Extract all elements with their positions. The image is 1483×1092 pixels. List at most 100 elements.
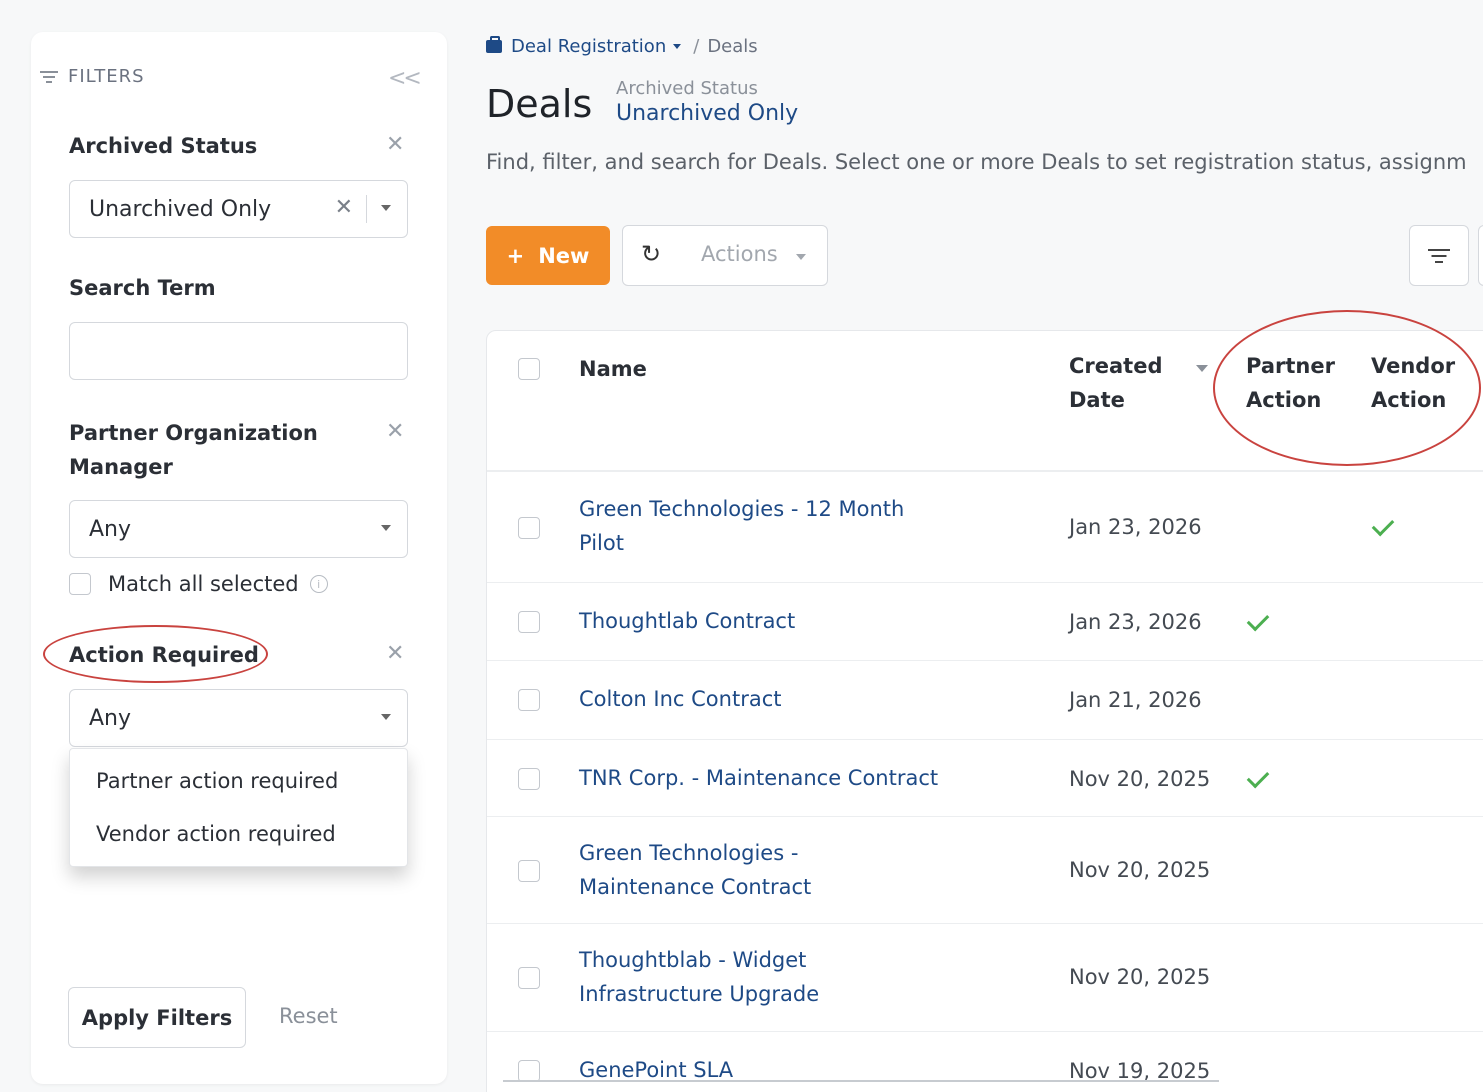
archived-status-clear-icon[interactable]: ✕ [386, 132, 404, 157]
deal-name-line1: Green Technologies - 12 Month [579, 497, 905, 521]
deal-name-link[interactable]: Green Technologies - 12 Month Pilot [579, 492, 904, 560]
created-date: Nov 20, 2025 [1069, 965, 1211, 989]
table-row[interactable]: Green Technologies - Maintenance Contrac… [487, 817, 1483, 924]
partner-manager-label-line2: Manager [69, 455, 173, 479]
column-header-created-date[interactable]: Created Date [1069, 349, 1163, 417]
new-button[interactable]: + New [486, 226, 610, 285]
breadcrumb-separator: / [693, 36, 700, 57]
filters-header: FILTERS [40, 66, 145, 87]
action-required-dropdown: Partner action required Vendor action re… [69, 748, 408, 867]
page-title: Deals [486, 82, 593, 126]
archived-status-label: Archived Status [69, 134, 258, 158]
breadcrumb-current: Deals [707, 36, 758, 57]
plus-icon: + [506, 243, 525, 268]
deal-name-link[interactable]: Thoughtlab Contract [579, 604, 795, 638]
select-divider [366, 195, 367, 223]
search-term-input[interactable] [69, 322, 408, 380]
filter-lines-icon [40, 70, 58, 83]
partner-manager-label-line1: Partner Organization [69, 421, 318, 445]
row-checkbox[interactable] [518, 517, 540, 539]
created-date: Jan 23, 2026 [1069, 610, 1202, 634]
page-description: Find, filter, and search for Deals. Sele… [486, 150, 1467, 174]
row-checkbox[interactable] [518, 768, 540, 790]
view-options-button[interactable] [1478, 225, 1483, 286]
table-row[interactable]: GenePoint SLA Nov 19, 2025 [487, 1032, 1483, 1092]
partner-manager-value: Any [89, 516, 132, 542]
deal-name-line2: Pilot [579, 531, 624, 555]
clear-selection-icon[interactable]: ✕ [335, 195, 353, 220]
chevron-down-icon[interactable] [381, 714, 391, 720]
reset-button[interactable]: Reset [279, 1004, 338, 1028]
column-header-partner-line1: Partner [1246, 354, 1335, 378]
table-row[interactable]: Thoughtblab - Widget Infrastructure Upgr… [487, 924, 1483, 1032]
breadcrumb-deal-registration[interactable]: Deal Registration [511, 36, 666, 57]
row-checkbox[interactable] [518, 967, 540, 989]
archived-status-select[interactable]: Unarchived Only ✕ [69, 180, 408, 238]
briefcase-icon [486, 36, 502, 53]
deal-name-line2: Maintenance Contract [579, 875, 812, 899]
deal-name-line2: Infrastructure Upgrade [579, 982, 820, 1006]
action-required-clear-icon[interactable]: ✕ [386, 641, 404, 666]
actions-dropdown[interactable]: Actions [701, 242, 778, 266]
column-header-created-line1: Created [1069, 354, 1163, 378]
chevron-down-icon[interactable] [381, 525, 391, 531]
option-vendor-action-required[interactable]: Vendor action required [96, 822, 336, 846]
column-header-partner-action[interactable]: Partner Action [1246, 349, 1335, 417]
deal-name-line1: Thoughtblab - Widget [579, 948, 807, 972]
row-checkbox[interactable] [518, 689, 540, 711]
partner-action-check-icon [1246, 765, 1270, 789]
deals-table: Name Created Date Partner Action Vendor … [486, 330, 1483, 1092]
chevron-down-icon[interactable] [381, 205, 391, 211]
actions-toolbar: ↻ Actions [622, 225, 828, 286]
select-all-checkbox[interactable] [518, 358, 540, 380]
match-all-row: Match all selected i [69, 572, 328, 596]
filter-toggle-button[interactable] [1409, 225, 1469, 286]
row-checkbox[interactable] [518, 611, 540, 633]
created-date: Nov 20, 2025 [1069, 858, 1211, 882]
archived-status-value: Unarchived Only [89, 196, 272, 222]
table-row[interactable]: Colton Inc Contract Jan 21, 2026 [487, 661, 1483, 740]
column-header-vendor-action[interactable]: Vendor Action [1371, 349, 1455, 417]
created-date: Nov 20, 2025 [1069, 767, 1211, 791]
table-row[interactable]: Thoughtlab Contract Jan 23, 2026 [487, 583, 1483, 661]
breadcrumb: Deal Registration / Deals [486, 36, 758, 57]
partner-action-check-icon [1246, 608, 1270, 632]
row-checkbox[interactable] [518, 860, 540, 882]
column-header-vendor-line2: Action [1371, 388, 1447, 412]
info-icon[interactable]: i [309, 575, 328, 593]
column-header-vendor-line1: Vendor [1371, 354, 1456, 378]
partner-manager-select[interactable]: Any [69, 500, 408, 558]
new-button-label: New [538, 243, 590, 268]
deal-name-link[interactable]: Thoughtblab - Widget Infrastructure Upgr… [579, 943, 819, 1011]
created-date: Jan 23, 2026 [1069, 515, 1202, 539]
partner-manager-label: Partner Organization Manager [69, 416, 318, 484]
column-header-created-line2: Date [1069, 388, 1125, 412]
match-all-label: Match all selected [108, 572, 299, 596]
action-required-label: Action Required [69, 643, 259, 667]
archived-status-current: Unarchived Only [616, 101, 799, 126]
action-required-value: Any [89, 705, 132, 731]
refresh-icon[interactable]: ↻ [641, 240, 661, 268]
deal-name-link[interactable]: TNR Corp. - Maintenance Contract [579, 761, 938, 795]
vendor-action-check-icon [1371, 513, 1395, 537]
horizontal-scrollbar[interactable] [503, 1080, 1219, 1082]
archived-status-caption: Archived Status [616, 78, 758, 99]
collapse-panel-icon[interactable]: << [388, 66, 422, 91]
sort-descending-icon[interactable] [1196, 365, 1208, 372]
chevron-down-icon[interactable] [673, 44, 682, 49]
action-required-select[interactable]: Any [69, 689, 408, 747]
table-row[interactable]: Green Technologies - 12 Month Pilot Jan … [487, 472, 1483, 583]
filters-title: FILTERS [68, 66, 145, 87]
apply-filters-button[interactable]: Apply Filters [68, 987, 246, 1048]
partner-manager-clear-icon[interactable]: ✕ [386, 419, 404, 444]
created-date: Jan 21, 2026 [1069, 688, 1202, 712]
row-checkbox[interactable] [518, 1060, 540, 1082]
column-header-name[interactable]: Name [579, 352, 647, 386]
deal-name-link[interactable]: Green Technologies - Maintenance Contrac… [579, 836, 811, 904]
match-all-checkbox[interactable] [69, 573, 91, 595]
option-partner-action-required[interactable]: Partner action required [96, 769, 338, 793]
deal-name-link[interactable]: Colton Inc Contract [579, 682, 781, 716]
search-term-label: Search Term [69, 276, 216, 300]
chevron-down-icon[interactable] [796, 254, 806, 260]
table-row[interactable]: TNR Corp. - Maintenance Contract Nov 20,… [487, 740, 1483, 817]
